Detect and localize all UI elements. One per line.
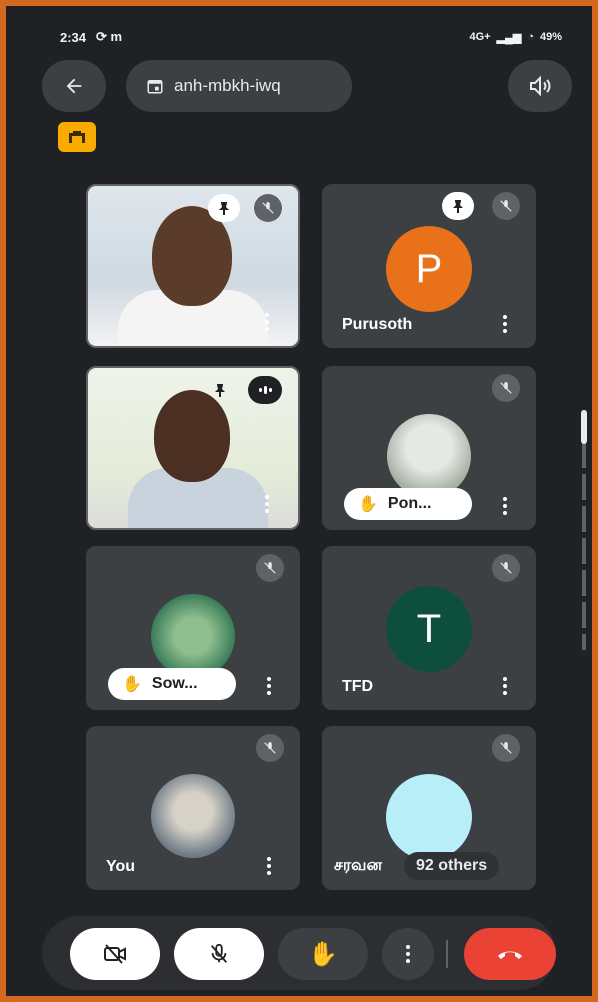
call-controls: ✋ [42,916,556,990]
participant-tile[interactable]: T TFD [322,546,536,710]
participant-tile[interactable] [86,184,300,348]
pin-icon[interactable] [208,194,240,222]
more-options-button[interactable] [498,494,512,518]
mic-off-icon [256,554,284,582]
raise-hand-icon: ✋ [358,496,378,513]
participant-name: Purusoth [342,316,413,333]
mic-off-icon [492,192,520,220]
mic-off-icon [254,194,282,222]
raise-hand-button[interactable]: ✋ [278,928,368,980]
network-label: 4G+ [469,31,491,43]
raise-hand-icon: ✋ [122,676,142,693]
more-vertical-icon [401,942,415,966]
battery-level: 49% [539,31,562,43]
raise-hand-icon: ✋ [308,940,338,968]
participant-tile[interactable]: ✋ Pon... [322,366,536,530]
meeting-info-button[interactable]: anh-mbkh-iwq [126,60,352,112]
avatar: T [386,586,472,672]
back-button[interactable] [42,60,106,112]
end-call-button[interactable] [464,928,556,980]
avatar: P [386,226,472,312]
status-bar: 2:34 ⟳ m 4G+ ▂▄▆ ◔ 49% [60,26,562,48]
app-frame: 2:34 ⟳ m 4G+ ▂▄▆ ◔ 49% anh-mbkh-iwq P Pu… [0,0,598,1002]
participant-name: Sow... [151,675,198,692]
more-options-button[interactable] [262,854,276,878]
status-time: 2:34 [60,29,87,45]
speaking-indicator-icon [248,376,282,404]
participant-tile[interactable]: P Purusoth [322,184,536,348]
others-count: 92 others [404,852,500,880]
host-controls-badge[interactable] [58,122,96,152]
more-options-button[interactable] [262,674,276,698]
mic-off-icon [256,734,284,762]
scrollbar-thumb[interactable] [581,410,587,444]
participant-name: You [106,858,136,875]
battery-icon: ◔ [527,31,534,43]
end-call-icon [498,951,522,959]
mic-toggle-button[interactable] [174,928,264,980]
pin-icon[interactable] [442,192,474,220]
participant-name: Pon... [387,495,432,512]
avatar [386,774,472,860]
more-options-button[interactable] [498,312,512,336]
avatar [387,414,471,498]
divider [446,940,448,968]
host-icon [69,131,85,143]
sync-icon: ⟳ m [96,29,123,44]
avatar [151,774,235,858]
speaker-icon [530,75,551,97]
mic-off-icon [492,374,520,402]
more-options-button[interactable] [260,310,274,334]
camera-off-icon [104,944,126,964]
audio-output-button[interactable] [508,60,572,112]
participant-tile[interactable]: You [86,726,300,890]
avatar [151,594,235,678]
more-options-button[interactable] [260,492,274,516]
more-options-button[interactable] [498,674,512,698]
others-tile[interactable]: சரவன 92 others [322,726,536,890]
raised-hand-badge: ✋ Pon... [344,488,472,520]
meeting-code: anh-mbkh-iwq [174,76,281,95]
pin-icon[interactable] [204,376,236,404]
participant-tile[interactable]: ✋ Sow... [86,546,300,710]
mic-off-icon [492,554,520,582]
mic-off-icon [210,943,228,963]
participant-name: TFD [342,678,374,695]
raised-hand-badge: ✋ Sow... [108,668,236,700]
calendar-icon [147,80,163,94]
camera-toggle-button[interactable] [70,928,160,980]
more-options-button[interactable] [382,928,434,980]
mic-off-icon [492,734,520,762]
participant-tile[interactable] [86,366,300,530]
signal-icon: ▂▄▆ [496,31,522,44]
scrollbar-track[interactable] [582,410,586,650]
participant-name: சரவன [334,857,382,874]
arrow-left-icon [66,78,82,94]
